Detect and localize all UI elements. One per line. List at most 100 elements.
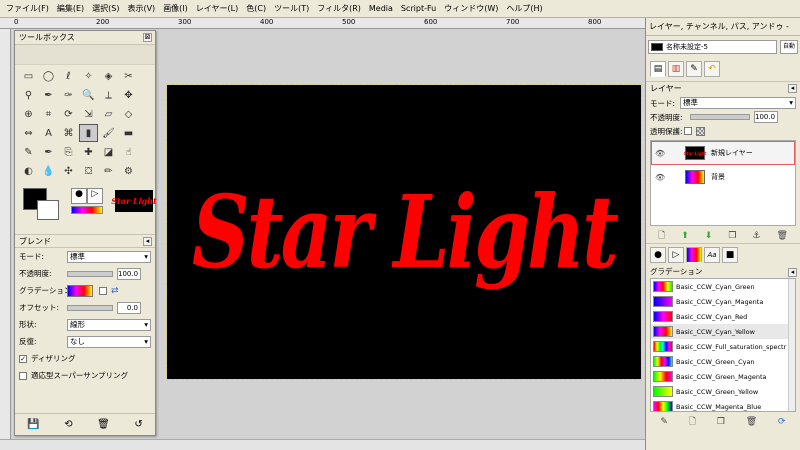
menu-item[interactable]: 選択(S) <box>88 0 123 18</box>
gradient-scrollbar[interactable] <box>788 279 795 411</box>
layer-name[interactable]: 背景 <box>711 172 725 182</box>
new-layer-icon[interactable]: 🗋 <box>658 228 665 244</box>
horizontal-ruler[interactable]: 0 200 300 400 500 600 700 800 <box>0 18 645 29</box>
reverse-gradient-checkbox[interactable] <box>99 286 107 295</box>
layer-name[interactable]: 新規レイヤー <box>711 148 753 158</box>
heal-tool-icon[interactable]: ✚ <box>79 143 98 161</box>
layer-mode-select[interactable]: 標準 <box>680 97 796 109</box>
tab-channels-icon[interactable]: ▥ <box>668 60 684 77</box>
brush-preview-icon[interactable]: ● <box>71 188 87 204</box>
paths-tool-icon[interactable]: ✒ <box>39 86 58 104</box>
ellipse-select-tool-icon[interactable]: ◯ <box>39 67 58 85</box>
ink-tool-icon[interactable]: ✒ <box>39 143 58 161</box>
layer-row[interactable]: 👁 Star Light 新規レイヤー <box>651 141 795 165</box>
refresh-gradients-icon[interactable]: ⟳ <box>778 417 786 427</box>
edit-gradient-icon[interactable]: ✎ <box>660 417 668 427</box>
gradient-list-item[interactable]: Basic_CCW_Green_Magenta <box>651 369 795 384</box>
bucket-tool-icon[interactable]: ⛋ <box>79 162 98 180</box>
gradients-menu-icon[interactable]: ◂ <box>788 268 797 277</box>
delete-layer-icon[interactable]: 🗑 <box>777 231 788 241</box>
swap-icon[interactable]: ⇄ <box>111 286 119 296</box>
perspective-clone-tool-icon[interactable]: ◪ <box>99 143 118 161</box>
layer-opacity-spin[interactable]: 100.0 <box>754 111 778 123</box>
color-select-tool-icon[interactable]: ◈ <box>99 67 118 85</box>
pencil-tool-icon[interactable]: ✏ <box>99 162 118 180</box>
gear-tool-icon[interactable]: ⚙ <box>119 162 138 180</box>
opacity-slider[interactable] <box>67 270 113 277</box>
tab-paths-icon[interactable]: ✎ <box>686 60 702 77</box>
active-image-thumbnail[interactable]: Star Light <box>111 190 157 212</box>
menu-item[interactable]: フィルタ(R) <box>313 0 365 18</box>
gradient-list-item[interactable]: Basic_CCW_Cyan_Red <box>651 309 795 324</box>
text-tool-icon[interactable]: A <box>39 124 58 142</box>
cage-tool-icon[interactable]: ⌘ <box>59 124 78 142</box>
image-select[interactable]: 名称未設定-5 <box>648 40 777 54</box>
tab-fonts-icon[interactable]: Aa <box>704 247 720 263</box>
supersample-checkbox[interactable] <box>19 371 27 380</box>
toolbox-close-icon[interactable]: ⊠ <box>143 33 152 42</box>
raise-layer-icon[interactable]: ⬆ <box>681 231 689 241</box>
anchor-layer-icon[interactable]: ⚓ <box>752 231 760 241</box>
scissors-tool-icon[interactable]: ✂ <box>119 67 138 85</box>
eraser-tool-icon[interactable]: ▬ <box>119 124 138 142</box>
gradient-preview[interactable] <box>71 206 103 214</box>
pattern-preview-icon[interactable]: ▷ <box>87 188 103 204</box>
gradient-select[interactable] <box>67 284 93 297</box>
crop-tool-icon[interactable]: ⌗ <box>39 105 58 123</box>
menu-item[interactable]: Script-Fu <box>397 0 440 18</box>
opacity-spin[interactable]: 100.0 <box>117 267 141 280</box>
blend-tool-icon[interactable]: ▮ <box>79 124 98 142</box>
perspective-tool-icon[interactable]: ◇ <box>119 105 138 123</box>
clone-tool-icon[interactable]: ⎘ <box>59 143 78 161</box>
restore-options-icon[interactable]: ⟲ <box>64 419 72 430</box>
new-gradient-icon[interactable]: 🗋 <box>689 414 696 430</box>
menu-item[interactable]: 編集(E) <box>53 0 88 18</box>
reset-options-icon[interactable]: ↺ <box>134 419 142 430</box>
gradient-list-item[interactable]: Basic_CCW_Cyan_Magenta <box>651 294 795 309</box>
lower-layer-icon[interactable]: ⬇ <box>705 231 713 241</box>
tab-brushes-icon[interactable]: ● <box>650 247 666 263</box>
shear-tool-icon[interactable]: ▱ <box>99 105 118 123</box>
menu-item[interactable]: 表示(V) <box>123 0 159 18</box>
free-select-tool-icon[interactable]: ℓ <box>59 67 78 85</box>
menu-item[interactable]: Media <box>365 0 397 18</box>
mode-select[interactable]: 標準 <box>67 250 151 263</box>
image-canvas[interactable]: Star Light <box>166 84 642 380</box>
menu-item[interactable]: レイヤー(L) <box>192 0 242 18</box>
save-options-icon[interactable]: 💾 <box>27 419 39 430</box>
flip-tool-icon[interactable]: ⇔ <box>19 124 38 142</box>
gradient-list-item[interactable]: Basic_CCW_Green_Cyan <box>651 354 795 369</box>
auto-button[interactable]: 自動 <box>780 40 798 54</box>
zoom-tool-icon[interactable]: 🔍 <box>79 86 98 104</box>
lock-alpha-checkbox[interactable] <box>684 127 692 135</box>
menu-item[interactable]: ウィンドウ(W) <box>440 0 502 18</box>
offset-spin[interactable]: 0.0 <box>117 301 141 314</box>
convolve-tool-icon[interactable]: 💧 <box>39 162 58 180</box>
gradient-list-item[interactable]: Basic_CCW_Green_Yellow <box>651 384 795 399</box>
foreground-select-tool-icon[interactable]: ⚲ <box>19 86 38 104</box>
gradient-list-item[interactable]: Basic_CCW_Magenta_Blue <box>651 399 795 411</box>
duplicate-layer-icon[interactable]: ❐ <box>728 231 736 241</box>
visibility-eye-icon[interactable]: 👁 <box>655 173 667 182</box>
shape-select[interactable]: 線形 <box>67 318 151 331</box>
tool-options-menu-icon[interactable]: ◂ <box>143 237 152 246</box>
paintbrush-tool-icon[interactable]: 🖌 <box>99 124 118 142</box>
alignment-tool-icon[interactable]: ⊕ <box>19 105 38 123</box>
repeat-select[interactable]: なし <box>67 335 151 348</box>
measure-tool-icon[interactable]: ⟂ <box>99 86 118 104</box>
gradient-list-item[interactable]: Basic_CCW_Cyan_Yellow <box>651 324 795 339</box>
offset-slider[interactable] <box>67 304 113 311</box>
delete-options-icon[interactable]: 🗑 <box>97 419 110 430</box>
scale-tool-icon[interactable]: ⇲ <box>79 105 98 123</box>
menu-item[interactable]: ツール(T) <box>270 0 313 18</box>
menu-item[interactable]: ヘルプ(H) <box>502 0 546 18</box>
visibility-eye-icon[interactable]: 👁 <box>655 149 667 158</box>
menu-item[interactable]: 色(C) <box>242 0 270 18</box>
horizontal-scrollbar[interactable] <box>0 439 645 450</box>
dodge-burn-tool-icon[interactable]: ◐ <box>19 162 38 180</box>
vertical-ruler[interactable] <box>0 29 11 439</box>
rect-select-tool-icon[interactable]: ▭ <box>19 67 38 85</box>
tab-patterns-icon[interactable]: ▷ <box>668 247 684 263</box>
rotate-tool-icon[interactable]: ⟳ <box>59 105 78 123</box>
menu-item[interactable]: 画像(I) <box>159 0 192 18</box>
